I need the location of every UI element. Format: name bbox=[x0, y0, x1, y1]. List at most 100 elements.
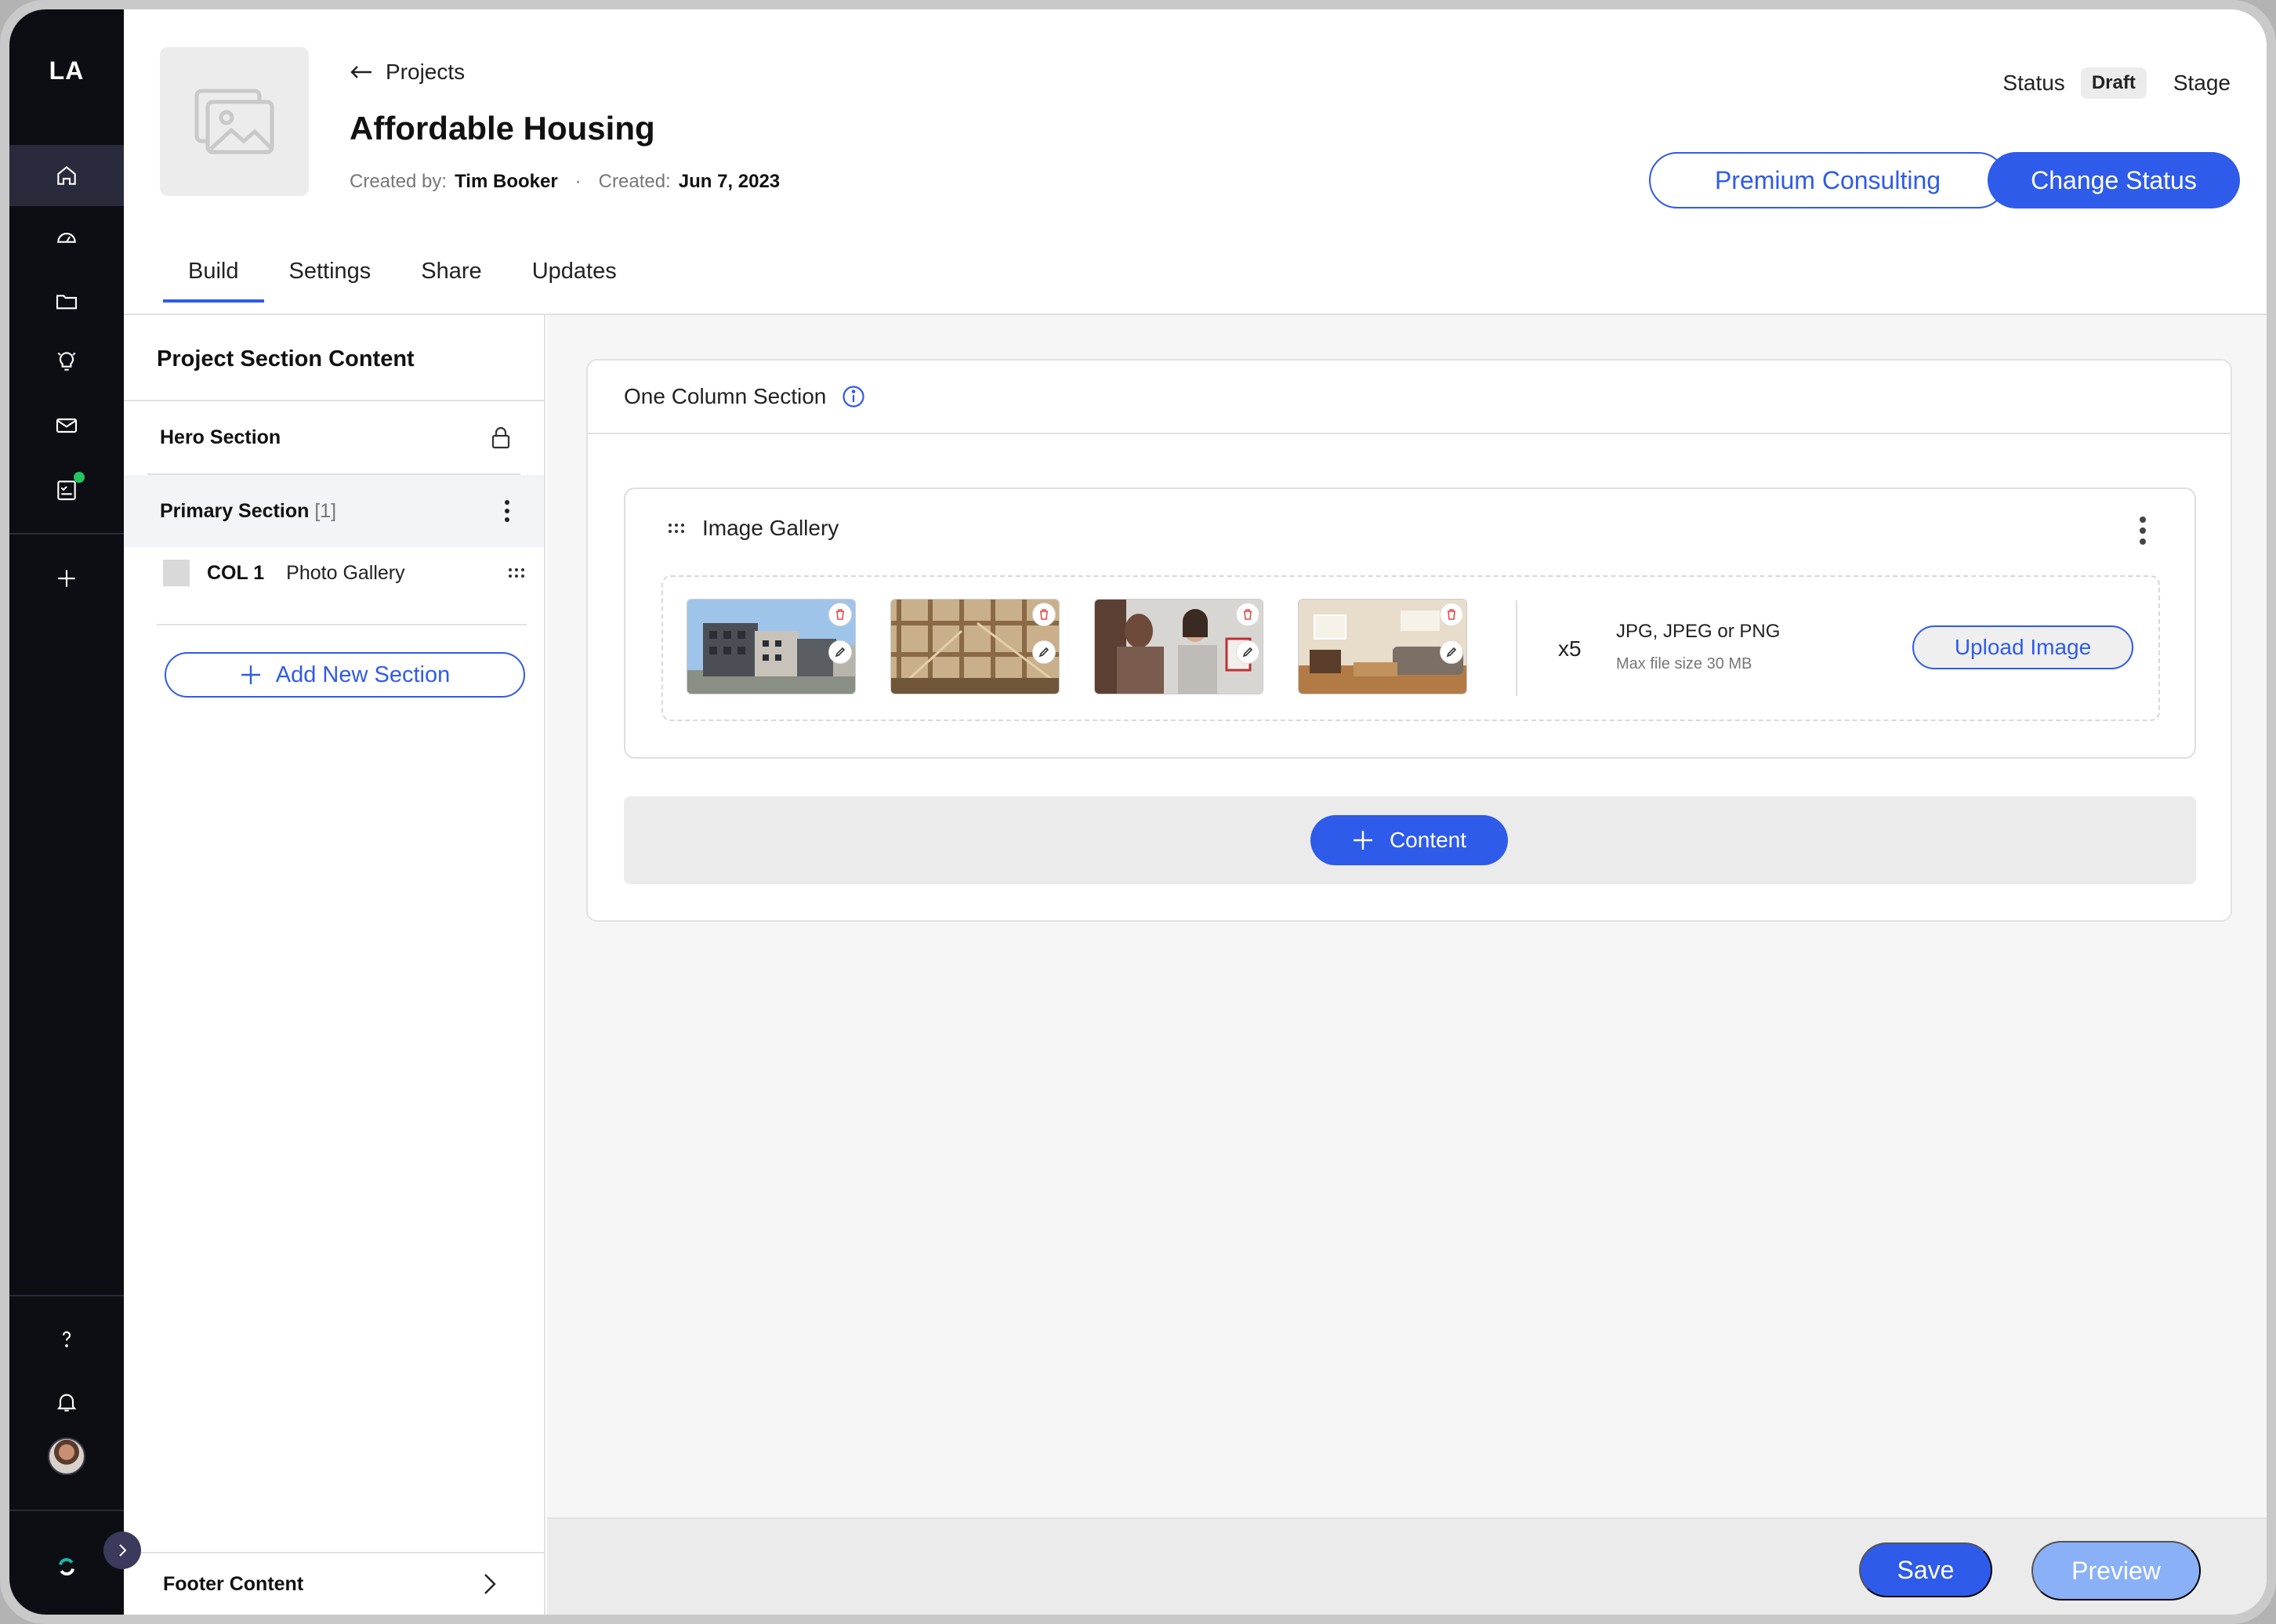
column-row[interactable]: COL 1 Photo Gallery bbox=[163, 560, 525, 586]
add-content-label: Content bbox=[1389, 828, 1467, 852]
pencil-icon bbox=[1446, 647, 1457, 658]
delete-image-button[interactable] bbox=[1236, 603, 1259, 626]
plus-icon bbox=[1353, 831, 1372, 850]
column-color-swatch bbox=[163, 560, 190, 586]
add-content-bar: Content bbox=[624, 796, 2196, 884]
rail-ideas-button[interactable] bbox=[9, 331, 124, 392]
section-card-header: One Column Section bbox=[588, 361, 2231, 434]
tab-updates[interactable]: Updates bbox=[507, 249, 642, 303]
section-title: One Column Section bbox=[624, 384, 827, 408]
trash-icon bbox=[836, 609, 844, 620]
pencil-icon bbox=[1038, 647, 1049, 658]
tab-settings[interactable]: Settings bbox=[264, 249, 397, 303]
arrow-left-icon bbox=[350, 66, 371, 78]
change-status-button[interactable]: Change Status bbox=[1988, 152, 2240, 208]
edit-image-button[interactable] bbox=[828, 640, 852, 664]
rail-tasks-button[interactable] bbox=[9, 459, 124, 520]
edit-image-button[interactable] bbox=[1236, 640, 1259, 664]
back-label: Projects bbox=[386, 60, 466, 84]
add-content-button[interactable]: Content bbox=[1310, 815, 1508, 865]
panel-title: Project Section Content bbox=[157, 346, 415, 372]
created-by-label: Created by: bbox=[350, 171, 448, 192]
rail-divider-bottom bbox=[9, 1295, 124, 1296]
add-new-section-label: Add New Section bbox=[275, 662, 451, 687]
max-file-size: Max file size 30 MB bbox=[1616, 655, 1752, 672]
dropzone-divider bbox=[1516, 600, 1517, 696]
rail-divider bbox=[9, 533, 124, 535]
tab-build[interactable]: Build bbox=[163, 249, 264, 303]
stage-label[interactable]: Stage bbox=[2173, 71, 2231, 96]
app-logo: LA bbox=[49, 56, 85, 85]
back-to-projects-link[interactable]: Projects bbox=[350, 60, 465, 85]
pencil-icon bbox=[835, 647, 846, 658]
edit-image-button[interactable] bbox=[1440, 640, 1463, 664]
rail-mail-button[interactable] bbox=[9, 395, 124, 456]
rail-add-button[interactable] bbox=[9, 548, 124, 609]
project-meta: Created by: Tim Booker · Created: Jun 7,… bbox=[350, 171, 780, 193]
rail-projects-button[interactable] bbox=[9, 270, 124, 332]
hero-section-label: Hero Section bbox=[160, 426, 281, 448]
status-badge: Draft bbox=[2080, 67, 2147, 99]
home-icon bbox=[57, 165, 76, 185]
more-vertical-icon[interactable] bbox=[2138, 516, 2147, 546]
image-gallery-block: Image Gallery x5 JPG, JPEG or PNG Max fi… bbox=[624, 488, 2196, 759]
save-button[interactable]: Save bbox=[1859, 1542, 1992, 1597]
trash-icon bbox=[1448, 609, 1455, 620]
project-header: Projects Affordable Housing Created by: … bbox=[124, 9, 2267, 303]
drag-handle-icon[interactable] bbox=[508, 567, 525, 578]
created-date-value: Jun 7, 2023 bbox=[678, 171, 781, 192]
rail-home-button[interactable] bbox=[9, 145, 124, 206]
info-icon[interactable] bbox=[842, 385, 865, 408]
drag-handle-icon[interactable] bbox=[668, 523, 685, 534]
gallery-image-4[interactable] bbox=[1298, 599, 1467, 694]
more-vertical-icon[interactable] bbox=[503, 499, 511, 523]
meta-separator: · bbox=[574, 171, 582, 192]
add-new-section-button[interactable]: Add New Section bbox=[165, 652, 525, 698]
gallery-image-3[interactable] bbox=[1094, 599, 1263, 694]
folder-icon bbox=[56, 295, 78, 310]
help-icon bbox=[62, 1331, 71, 1347]
created-date-label: Created: bbox=[598, 171, 671, 192]
preview-button[interactable]: Preview bbox=[2031, 1541, 2201, 1600]
primary-section-label: Primary Section [1] bbox=[160, 499, 337, 522]
image-count: x5 bbox=[1558, 636, 1582, 661]
bell-icon bbox=[56, 1394, 77, 1412]
project-thumbnail[interactable] bbox=[160, 47, 309, 196]
gallery-header: Image Gallery bbox=[668, 516, 839, 541]
trash-icon bbox=[1244, 609, 1252, 620]
image-placeholder-icon bbox=[194, 89, 274, 154]
lightbulb-icon bbox=[57, 352, 76, 371]
page-title: Affordable Housing bbox=[350, 110, 655, 147]
one-column-section-card: One Column Section Image Gallery x5 JPG,… bbox=[586, 359, 2232, 922]
footer-content-label: Footer Content bbox=[163, 1572, 304, 1595]
section-row-hero[interactable]: Hero Section bbox=[124, 401, 544, 473]
editor-canvas: One Column Section Image Gallery x5 JPG,… bbox=[547, 315, 2267, 1615]
premium-consulting-button[interactable]: Premium Consulting bbox=[1649, 152, 2006, 208]
delete-image-button[interactable] bbox=[828, 603, 852, 626]
row-divider-2 bbox=[157, 624, 527, 625]
notification-dot bbox=[74, 472, 85, 483]
gallery-title: Image Gallery bbox=[702, 516, 839, 540]
delete-image-button[interactable] bbox=[1440, 603, 1463, 626]
plus-icon bbox=[241, 665, 260, 684]
bottom-action-bar: Save Preview bbox=[547, 1517, 2267, 1615]
status-row: Status Draft Stage bbox=[2002, 67, 2231, 99]
footer-content-row[interactable]: Footer Content bbox=[124, 1552, 544, 1615]
gallery-image-1[interactable] bbox=[687, 599, 856, 694]
avatar[interactable] bbox=[48, 1437, 85, 1475]
section-row-primary[interactable]: Primary Section [1] bbox=[124, 475, 544, 547]
image-dropzone[interactable]: x5 JPG, JPEG or PNG Max file size 30 MB … bbox=[661, 575, 2160, 721]
mail-icon bbox=[56, 418, 78, 433]
delete-image-button[interactable] bbox=[1032, 603, 1056, 626]
expand-rail-button[interactable] bbox=[103, 1532, 141, 1569]
rail-dashboard-button[interactable] bbox=[9, 206, 124, 267]
gallery-image-2[interactable] bbox=[890, 599, 1060, 694]
tab-share[interactable]: Share bbox=[396, 249, 506, 303]
section-panel: Project Section Content Hero Section Pri… bbox=[124, 315, 545, 1615]
column-label: COL 1 bbox=[207, 561, 265, 584]
edit-image-button[interactable] bbox=[1032, 640, 1056, 664]
upload-image-button[interactable]: Upload Image bbox=[1912, 625, 2133, 669]
lock-icon bbox=[491, 426, 510, 449]
rail-help-button[interactable] bbox=[9, 1309, 124, 1370]
rail-notifications-button[interactable] bbox=[9, 1372, 124, 1433]
